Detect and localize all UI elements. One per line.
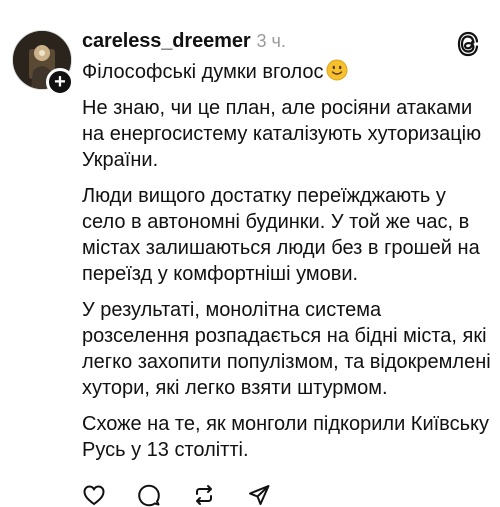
post-body: Філософські думки вголос Не знаю, чи це … <box>82 59 492 473</box>
heart-icon[interactable] <box>82 483 106 507</box>
post-actions <box>82 483 302 507</box>
post-paragraph: Філософські думки вголос <box>82 59 492 85</box>
repost-icon[interactable] <box>192 483 216 507</box>
username[interactable]: careless_dreemer <box>82 30 251 53</box>
share-icon[interactable] <box>247 483 271 507</box>
comment-icon[interactable] <box>137 483 161 507</box>
post-paragraph-text: Філософські думки вголос <box>82 61 324 83</box>
slightly-smiling-face-emoji <box>326 59 347 81</box>
post-paragraph: Схоже на те, як монголи підкорили Київсь… <box>82 413 489 461</box>
post-time: 3 ч. <box>256 31 286 51</box>
plus-icon: + <box>54 71 66 93</box>
post-paragraph: Люди вищого достатку переїжджають у село… <box>82 185 480 285</box>
follow-button[interactable]: + <box>46 68 74 96</box>
post-paragraph: У результаті, монолітна система розселен… <box>82 299 491 399</box>
threads-logo-icon[interactable] <box>456 31 480 57</box>
post-paragraph: Не знаю, чи це план, але росіяни атаками… <box>82 97 482 171</box>
post-header: careless_dreemer 3 ч. <box>82 30 286 56</box>
